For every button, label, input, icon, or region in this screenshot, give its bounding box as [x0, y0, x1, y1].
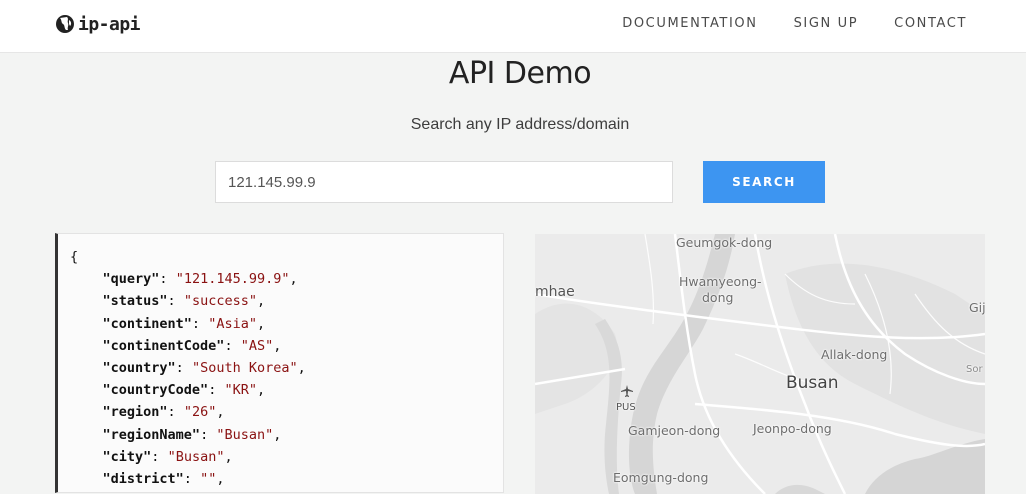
- json-value: "": [200, 471, 217, 488]
- map-label-pus-airport: PUS: [616, 402, 636, 413]
- top-navigation-bar: ip-api DOCUMENTATION SIGN UP CONTACT: [0, 0, 1026, 53]
- json-line: "query": "121.145.99.9",: [102, 271, 298, 288]
- json-value: "Busan": [167, 448, 225, 465]
- map-label-busan: Busan: [786, 373, 839, 393]
- json-comma: ,: [256, 315, 266, 332]
- globe-icon: [55, 14, 75, 34]
- json-comma: ,: [256, 293, 266, 310]
- json-key: "continent": [102, 315, 192, 332]
- json-value: "Asia": [208, 315, 257, 332]
- json-value: "KR": [224, 382, 257, 399]
- json-value: "26": [183, 404, 217, 421]
- logo-text: ip-api: [78, 13, 141, 35]
- json-key: "regionName": [102, 426, 201, 443]
- map-background: [535, 234, 985, 494]
- nav-documentation[interactable]: DOCUMENTATION: [622, 16, 757, 31]
- json-comma: ,: [224, 448, 233, 465]
- page-subtitle: Search any IP address/domain: [410, 116, 630, 133]
- map-label-gijang: Gij: [969, 300, 985, 315]
- map-label-allak: Allak-dong: [821, 347, 888, 362]
- json-comma: ,: [289, 271, 298, 288]
- json-value: "success": [183, 293, 257, 310]
- search-button[interactable]: SEARCH: [703, 161, 825, 203]
- json-line: "status": "success",: [102, 293, 266, 310]
- json-result-panel: { "query": "121.145.99.9", "status": "su…: [55, 233, 504, 493]
- ip-search-input[interactable]: [215, 161, 673, 203]
- map-label-sor: Sor: [966, 364, 983, 375]
- json-key: "city": [102, 448, 152, 465]
- json-value: "AS": [240, 337, 274, 354]
- json-key: "status": [102, 293, 168, 310]
- json-comma: ,: [273, 337, 282, 354]
- json-value: "South Korea": [191, 360, 298, 377]
- json-value: "121.145.99.9": [175, 271, 290, 288]
- json-key: "district": [102, 471, 184, 488]
- main-nav: DOCUMENTATION SIGN UP CONTACT: [622, 16, 967, 31]
- json-key: "country": [102, 360, 176, 377]
- map-label-hwamyeong-dong: dong: [702, 290, 734, 305]
- json-line: "region": "26",: [102, 404, 225, 421]
- logo[interactable]: ip-api: [55, 10, 141, 38]
- json-line: "country": "South Korea",: [102, 360, 306, 377]
- nav-contact[interactable]: CONTACT: [894, 16, 967, 31]
- nav-sign-up[interactable]: SIGN UP: [794, 16, 859, 31]
- page-title: API Demo: [448, 56, 592, 91]
- location-map[interactable]: Geumgok-dong Hwamyeong- dong mhae Gij Al…: [535, 234, 985, 494]
- json-comma: ,: [256, 382, 266, 399]
- map-label-jeonpo: Jeonpo-dong: [753, 421, 832, 436]
- json-key: "region": [102, 404, 168, 421]
- json-comma: ,: [297, 360, 306, 377]
- map-label-gimhae: mhae: [535, 284, 575, 300]
- map-label-geumgok: Geumgok-dong: [676, 235, 773, 250]
- json-comma: ,: [273, 426, 282, 443]
- json-line: "countryCode": "KR",: [102, 382, 266, 399]
- json-value: "Busan": [216, 426, 274, 443]
- json-line: "continent": "Asia",: [102, 315, 266, 332]
- json-line: "district": "",: [102, 471, 225, 488]
- json-comma: ,: [216, 404, 225, 421]
- map-label-gamjeon: Gamjeon-dong: [628, 423, 721, 438]
- json-comma: ,: [216, 471, 225, 488]
- json-key: "query": [102, 271, 160, 288]
- json-line: "continentCode": "AS",: [102, 337, 282, 354]
- json-key: "continentCode": [102, 337, 225, 354]
- json-lines: "query": "121.145.99.9", "status": "succ…: [70, 268, 503, 490]
- json-line: "regionName": "Busan",: [102, 426, 282, 443]
- json-key: "countryCode": [102, 382, 209, 399]
- json-line: "city": "Busan",: [102, 448, 233, 465]
- map-label-hwamyeong: Hwamyeong-: [679, 274, 762, 289]
- json-open-brace: {: [70, 249, 79, 265]
